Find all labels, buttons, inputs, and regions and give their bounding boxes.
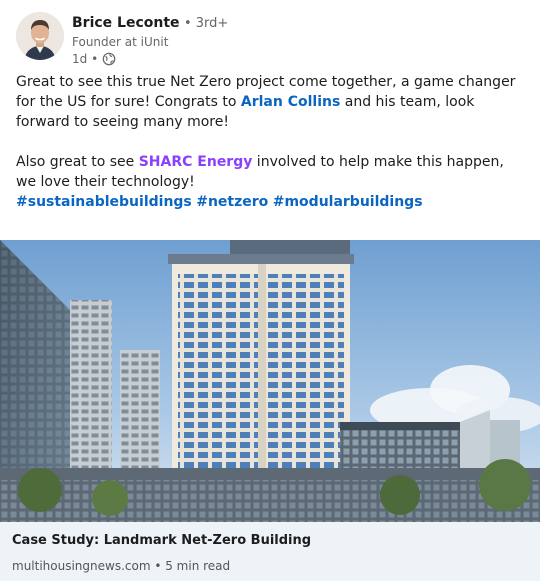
hashtag-link[interactable]: #sustainablebuildings [16,194,192,210]
post-paragraph-1: Great to see this true Net Zero project … [16,72,521,132]
connection-degree: • 3rd+ [183,16,229,31]
article-title[interactable]: Case Study: Landmark Net-Zero Building [12,532,311,550]
author-headline: Founder at iUnit [72,35,169,49]
mention-company-link[interactable]: SHARC Energy [139,154,253,170]
article-preview[interactable]: Case Study: Landmark Net-Zero Building m… [0,522,540,581]
hashtag-line: #sustainablebuildings #netzero #modularb… [16,192,521,212]
article-image[interactable] [0,240,540,522]
avatar[interactable] [16,12,64,60]
article-source: multihousingnews.com • 5 min read [12,559,231,573]
post-paragraph-2: Also great to see SHARC Energy involved … [16,152,521,192]
post-text-segment: Also great to see [16,154,139,170]
hashtag-link[interactable]: #modularbuildings [273,194,423,210]
hashtag-link[interactable]: #netzero [196,194,268,210]
post-text: Great to see this true Net Zero project … [16,72,521,212]
post-time-line: 1d • [72,51,228,67]
feed-post: Brice Leconte • 3rd+ Founder at iUnit 1d… [0,0,540,581]
post-time: 1d • [72,52,99,66]
author-meta: Brice Leconte • 3rd+ Founder at iUnit 1d… [72,14,228,67]
author-name[interactable]: Brice Leconte [72,15,180,31]
post-header: Brice Leconte • 3rd+ Founder at iUnit 1d… [16,12,526,67]
globe-icon [102,52,116,66]
mention-person-link[interactable]: Arlan Collins [241,94,340,110]
author-name-line: Brice Leconte • 3rd+ [72,14,228,33]
